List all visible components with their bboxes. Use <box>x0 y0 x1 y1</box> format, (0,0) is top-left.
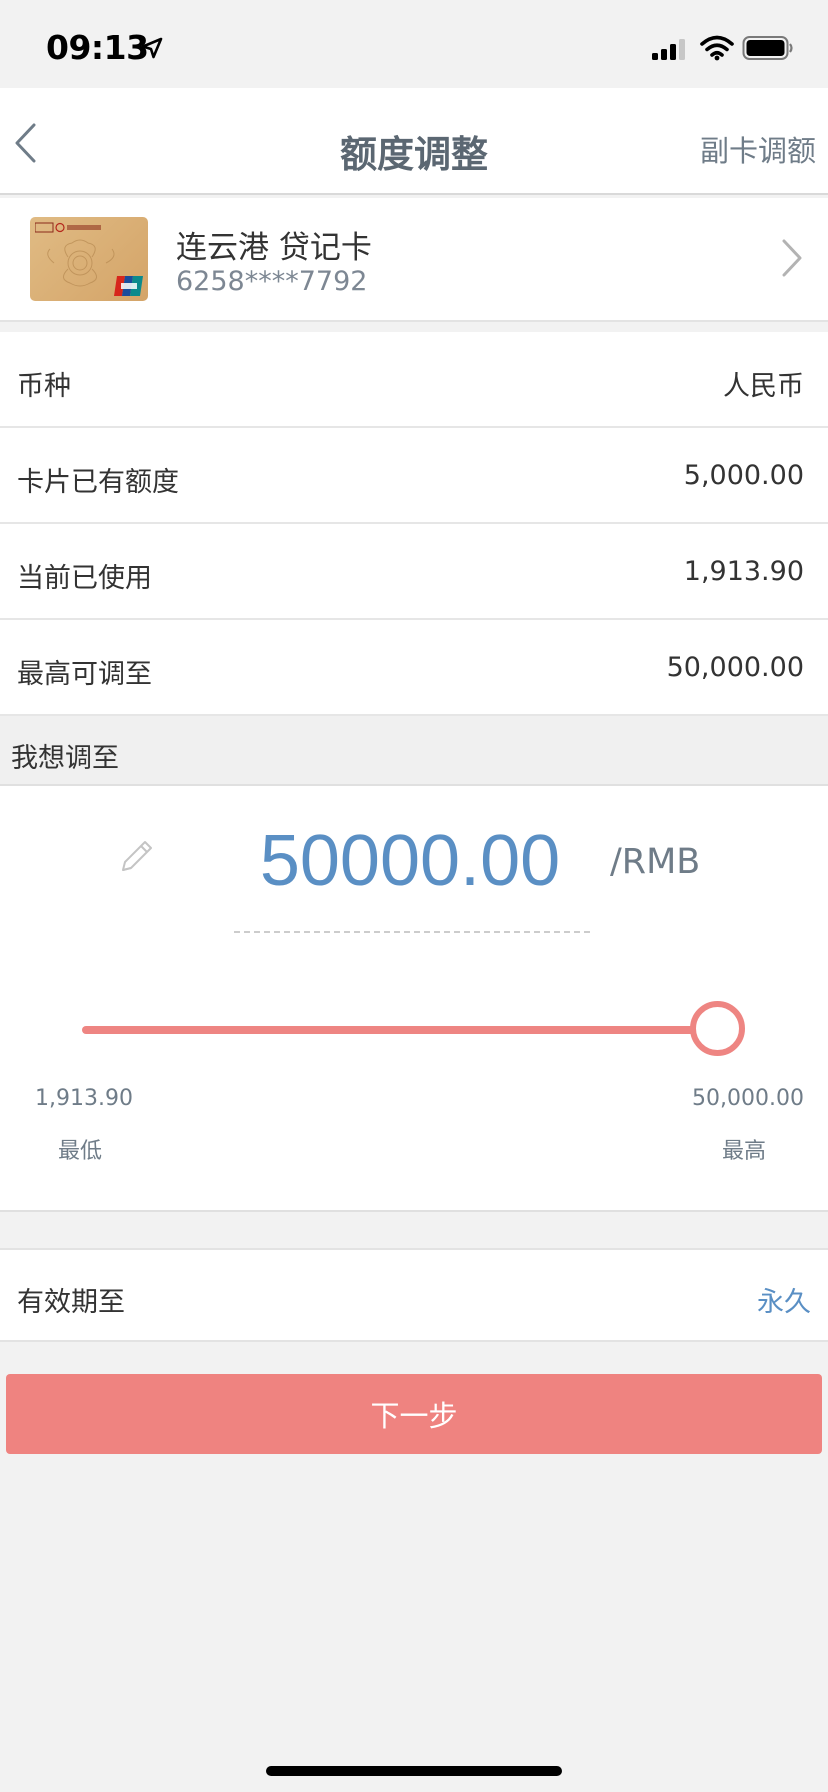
status-bar: 09:13 <box>0 0 828 88</box>
target-amount-input[interactable] <box>230 821 590 901</box>
current-limit-row: 卡片已有额度 5,000.00 <box>0 428 828 524</box>
max-limit-label: 最高可调至 <box>17 659 152 690</box>
max-limit-value: 50,000.00 <box>666 652 804 683</box>
limit-info-list: 币种 人民币 卡片已有额度 5,000.00 当前已使用 1,913.90 最高… <box>0 332 828 716</box>
nav-bar: 额度调整 副卡调额 <box>0 88 828 195</box>
slider-min-value: 1,913.90 <box>35 1086 133 1111</box>
currency-row: 币种 人民币 <box>0 332 828 428</box>
cellular-signal-icon <box>652 39 685 60</box>
validity-row[interactable]: 有效期至 永久 <box>0 1248 828 1342</box>
limit-slider-handle[interactable] <box>690 1001 745 1056</box>
currency-value: 人民币 <box>723 371 804 402</box>
chevron-right-icon <box>782 239 802 277</box>
used-amount-label: 当前已使用 <box>17 563 152 594</box>
adjust-panel: /RMB 1,913.90 最低 50,000.00 最高 <box>0 786 828 1212</box>
secondary-card-adjust-link[interactable]: 副卡调额 <box>700 128 816 170</box>
current-limit-value: 5,000.00 <box>683 460 804 491</box>
adjust-section-header: 我想调至 <box>0 716 828 786</box>
pencil-icon[interactable] <box>115 836 157 878</box>
card-selector[interactable]: 连云港 贷记卡 6258****7792 <box>0 198 828 322</box>
location-arrow-icon <box>141 37 163 59</box>
used-amount-row: 当前已使用 1,913.90 <box>0 524 828 620</box>
amount-underline <box>234 931 590 933</box>
next-step-button[interactable]: 下一步 <box>6 1374 822 1454</box>
status-time: 09:13 <box>46 28 149 67</box>
card-name: 连云港 贷记卡 <box>176 230 372 266</box>
screen: 09:13 额度调整 副卡调额 连云港 贷记卡 6258****7792 币种 … <box>0 0 828 1792</box>
slider-max-label: 最高 <box>722 1139 767 1164</box>
currency-unit: /RMB <box>610 842 701 882</box>
adjust-section-title: 我想调至 <box>11 743 119 774</box>
battery-icon <box>742 36 793 60</box>
limit-slider-track[interactable] <box>82 1026 716 1034</box>
slider-min-label: 最低 <box>58 1139 103 1164</box>
current-limit-label: 卡片已有额度 <box>17 467 179 498</box>
validity-value[interactable]: 永久 <box>757 1280 811 1319</box>
slider-max-value: 50,000.00 <box>692 1086 804 1111</box>
icbc-logo-icon <box>35 222 101 233</box>
currency-label: 币种 <box>17 371 71 402</box>
credit-card-image <box>30 217 148 301</box>
wifi-icon <box>700 35 734 61</box>
max-limit-row: 最高可调至 50,000.00 <box>0 620 828 716</box>
validity-label: 有效期至 <box>17 1287 125 1318</box>
home-indicator <box>266 1766 562 1776</box>
unionpay-icon <box>114 276 143 296</box>
used-amount-value: 1,913.90 <box>683 556 804 587</box>
card-number: 6258****7792 <box>176 266 368 297</box>
